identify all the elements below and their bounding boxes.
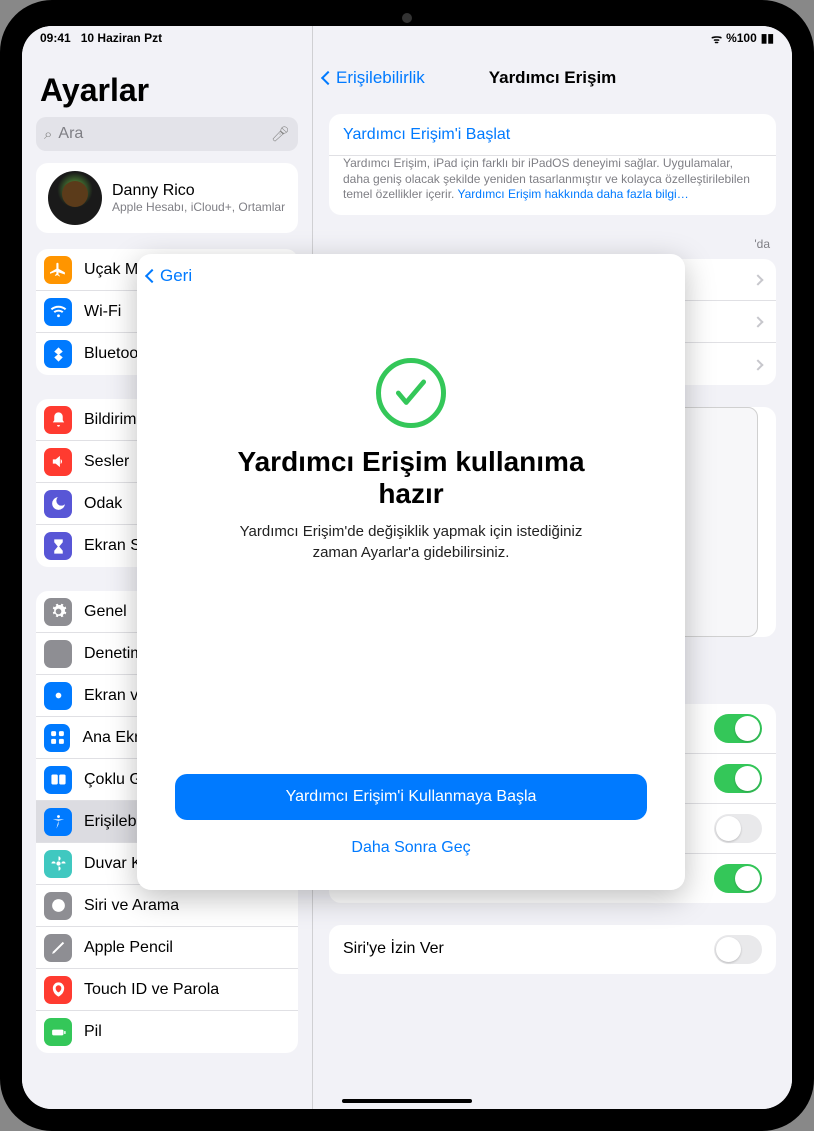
status-left: 09:41 10 Haziran Pzt	[40, 31, 162, 45]
detail-nav: Erişilebilirlik Yardımcı Erişim	[313, 56, 792, 100]
profile-name: Danny Rico	[112, 182, 285, 200]
flower-icon	[44, 850, 72, 878]
toggle-label: Siri'ye İzin Ver	[343, 940, 444, 958]
sidebar-item-label: Wi-Fi	[84, 303, 121, 321]
later-button[interactable]: Daha Sonra Geç	[175, 830, 647, 866]
sun-icon	[44, 682, 72, 710]
sidebar-item-touch[interactable]: Touch ID ve Parola	[36, 969, 298, 1011]
sidebar-item-label: Apple Pencil	[84, 939, 173, 957]
sidebar-title: Ayarlar	[22, 66, 312, 117]
switch[interactable]	[714, 814, 762, 843]
modal-back-label: Geri	[160, 266, 192, 286]
switch[interactable]	[714, 714, 762, 743]
wifi-status-icon: ᯤ	[711, 30, 722, 47]
multi-icon	[44, 766, 72, 794]
speaker-icon	[44, 448, 72, 476]
modal-nav: Geri	[137, 254, 685, 298]
sliders-icon	[44, 640, 72, 668]
start-description: Yardımcı Erişim, iPad için farklı bir iP…	[329, 156, 776, 215]
mic-icon[interactable]: 🎤︎	[271, 125, 290, 143]
modal-back-button[interactable]: Geri	[147, 266, 192, 286]
detail-title: Yardımcı Erişim	[489, 68, 617, 88]
secondary-button-label: Daha Sonra Geç	[351, 839, 470, 857]
avatar	[48, 171, 102, 225]
back-accessibility[interactable]: Erişilebilirlik	[323, 68, 425, 88]
bell-icon	[44, 406, 72, 434]
access-icon	[44, 808, 72, 836]
hourglass-icon	[44, 532, 72, 560]
ipad-device-frame: 09:41 10 Haziran Pzt ᯤ %100 ▮▮ Ayarlar ⌕…	[0, 0, 814, 1131]
bt-icon	[44, 340, 72, 368]
touch-icon	[44, 976, 72, 1004]
sidebar-item-label: Siri ve Arama	[84, 897, 179, 915]
search-icon: ⌕	[44, 126, 52, 143]
sidebar-item-label: Genel	[84, 603, 127, 621]
battery-icon	[44, 1018, 72, 1046]
siri-group: Siri'ye İzin Ver	[329, 925, 776, 974]
battery-icon: ▮▮	[761, 31, 774, 45]
sidebar-item-label: Odak	[84, 495, 122, 513]
toggle-row-siri[interactable]: Siri'ye İzin Ver	[329, 925, 776, 974]
modal-subtitle: Yardımcı Erişim'de değişiklik yapmak içi…	[217, 522, 605, 563]
start-assistive-access[interactable]: Yardımcı Erişim'i Başlat	[329, 114, 776, 156]
status-bar: 09:41 10 Haziran Pzt ᯤ %100 ▮▮	[22, 26, 792, 50]
sidebar-item-battery[interactable]: Pil	[36, 1011, 298, 1053]
sidebar-item-label: Touch ID ve Parola	[84, 981, 219, 999]
modal-title: Yardımcı Erişim kullanıma hazır	[217, 446, 605, 510]
pencil-icon	[44, 934, 72, 962]
chevron-left-icon	[145, 269, 159, 283]
checkmark-circle-icon	[376, 358, 446, 428]
assistive-access-ready-modal: Geri Yardımcı Erişim kullanıma hazır Yar…	[137, 254, 685, 890]
switch[interactable]	[714, 864, 762, 893]
sidebar-item-label: Pil	[84, 1023, 102, 1041]
learn-more-link[interactable]: Yardımcı Erişim hakkında daha fazla bilg…	[457, 187, 688, 201]
start-using-button[interactable]: Yardımcı Erişim'i Kullanmaya Başla	[175, 774, 647, 820]
search-input[interactable]	[52, 125, 271, 143]
profile-sub: Apple Hesabı, iCloud+, Ortamlar	[112, 200, 285, 214]
truncated-hint: 'da	[313, 237, 792, 251]
battery-percent: %100	[726, 31, 757, 45]
status-date: 10 Haziran Pzt	[81, 31, 162, 45]
sidebar-item-label: Sesler	[84, 453, 129, 471]
primary-button-label: Yardımcı Erişim'i Kullanmaya Başla	[286, 788, 537, 806]
screen: 09:41 10 Haziran Pzt ᯤ %100 ▮▮ Ayarlar ⌕…	[22, 26, 792, 1109]
wifi-icon	[44, 298, 72, 326]
start-label: Yardımcı Erişim'i Başlat	[343, 126, 510, 144]
grid-icon	[44, 724, 70, 752]
airplane-icon	[44, 256, 72, 284]
gear-icon	[44, 598, 72, 626]
status-right: ᯤ %100 ▮▮	[711, 30, 774, 47]
switch[interactable]	[714, 764, 762, 793]
switch[interactable]	[714, 935, 762, 964]
home-indicator[interactable]	[342, 1099, 472, 1103]
back-label: Erişilebilirlik	[336, 68, 425, 88]
moon-icon	[44, 490, 72, 518]
profile-card[interactable]: Danny Rico Apple Hesabı, iCloud+, Ortaml…	[36, 163, 298, 233]
sidebar-item-pencil[interactable]: Apple Pencil	[36, 927, 298, 969]
status-time: 09:41	[40, 31, 71, 45]
siri-icon	[44, 892, 72, 920]
sidebar-item-siri[interactable]: Siri ve Arama	[36, 885, 298, 927]
front-camera	[402, 13, 412, 23]
search-field[interactable]: ⌕ 🎤︎	[36, 117, 298, 151]
chevron-left-icon	[321, 71, 335, 85]
